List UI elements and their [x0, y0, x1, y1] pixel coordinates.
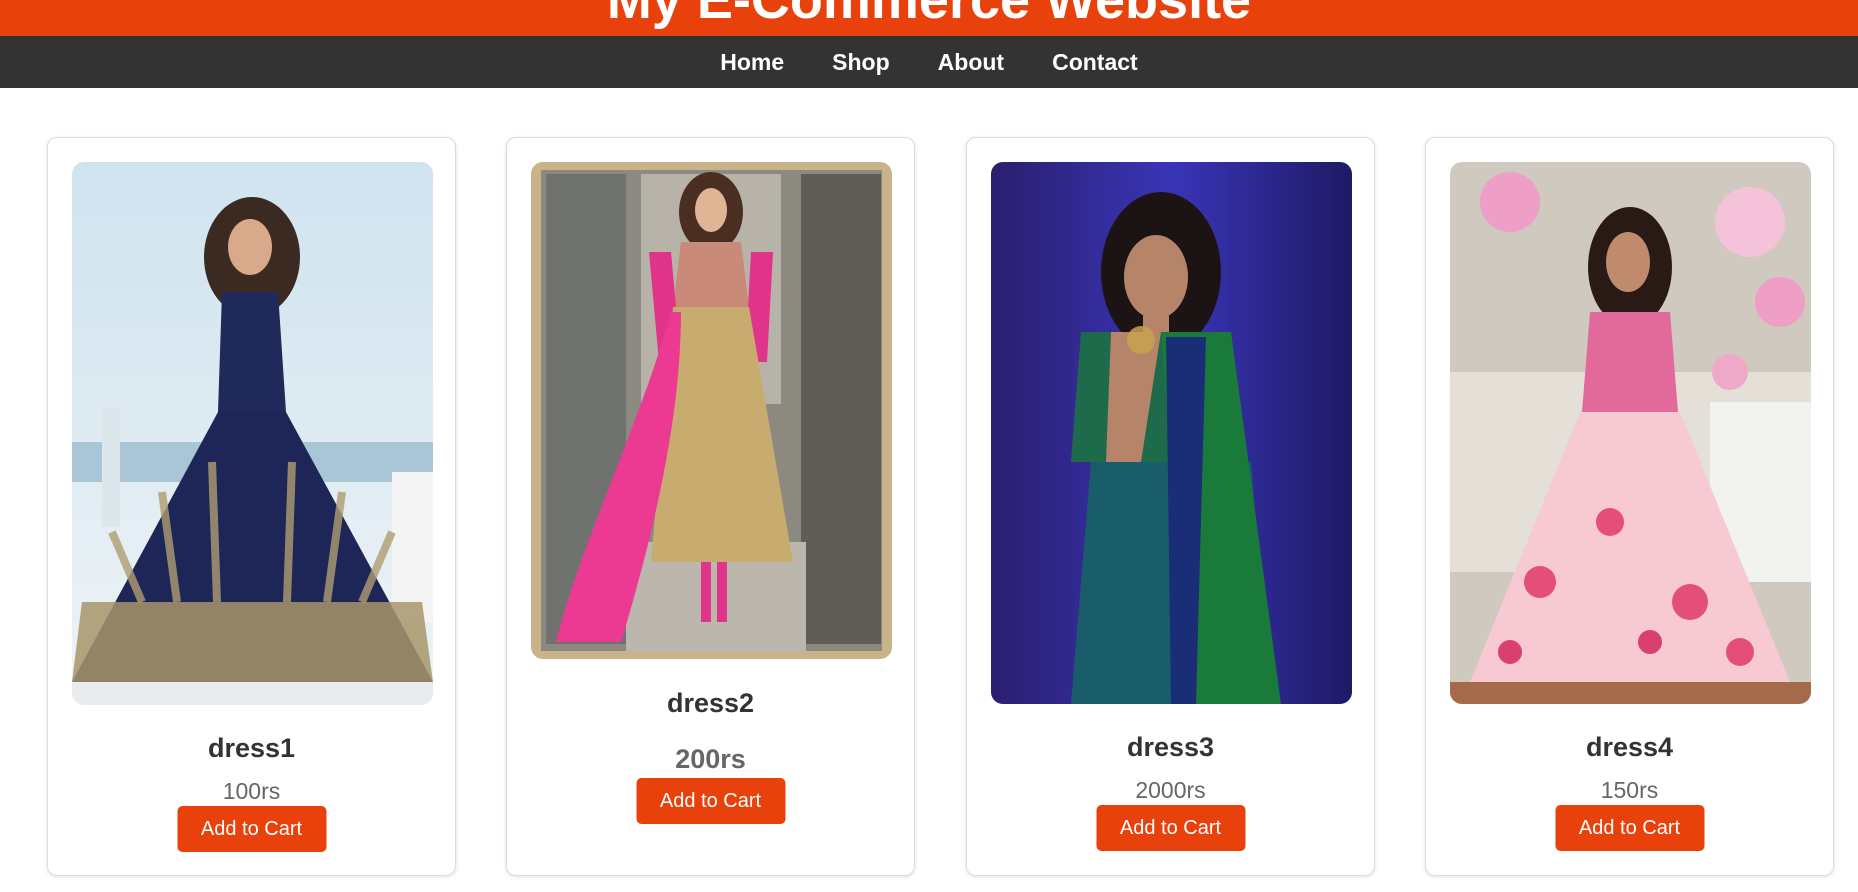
- site-header: My E-Commerce Website: [0, 0, 1858, 36]
- nav-contact[interactable]: Contact: [1052, 49, 1138, 76]
- product-card: dress2 200rs Add to Cart: [506, 137, 915, 876]
- main-nav: Home Shop About Contact: [0, 36, 1858, 88]
- product-name: dress1: [207, 733, 296, 763]
- product-price: 100rs: [222, 778, 281, 804]
- product-image[interactable]: [1450, 162, 1811, 704]
- add-to-cart-button[interactable]: Add to Cart: [177, 806, 326, 852]
- nav-about[interactable]: About: [938, 49, 1004, 76]
- dress2-photo: [531, 162, 892, 659]
- product-price: 150rs: [1600, 777, 1659, 803]
- product-image[interactable]: [72, 162, 433, 705]
- product-price: 200rs: [675, 744, 746, 774]
- product-price: 2000rs: [1135, 777, 1206, 803]
- product-card: dress3 2000rs Add to Cart: [966, 137, 1375, 876]
- product-image[interactable]: [531, 162, 892, 659]
- nav-shop[interactable]: Shop: [832, 49, 890, 76]
- product-name: dress4: [1585, 732, 1674, 762]
- nav-home[interactable]: Home: [720, 49, 784, 76]
- dress4-photo: [1450, 162, 1811, 704]
- dress1-photo: [72, 162, 433, 705]
- add-to-cart-button[interactable]: Add to Cart: [1096, 805, 1245, 851]
- add-to-cart-button[interactable]: Add to Cart: [1555, 805, 1704, 851]
- product-name: dress2: [666, 688, 755, 718]
- site-title: My E-Commerce Website: [606, 0, 1252, 30]
- dress3-photo: [991, 162, 1352, 704]
- product-image[interactable]: [991, 162, 1352, 704]
- product-card: dress4 150rs Add to Cart: [1425, 137, 1834, 876]
- add-to-cart-button[interactable]: Add to Cart: [636, 778, 785, 824]
- product-card: dress1 100rs Add to Cart: [47, 137, 456, 876]
- product-name: dress3: [1126, 732, 1215, 762]
